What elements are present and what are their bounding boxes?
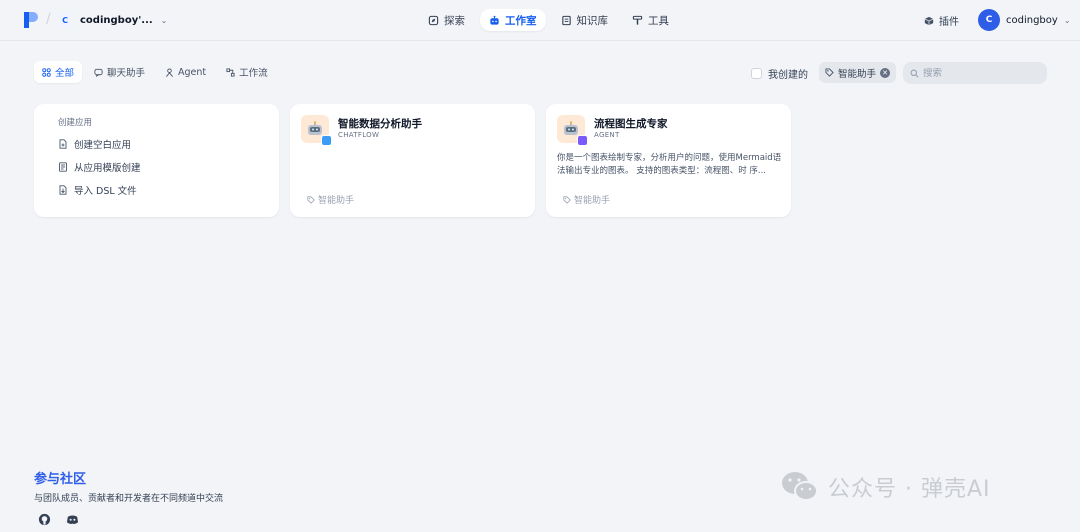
app-tag[interactable]: 智能助手 xyxy=(307,193,354,206)
nav-studio-label: 工作室 xyxy=(505,14,537,27)
agent-icon xyxy=(166,67,174,77)
plugins-label: 插件 xyxy=(939,17,959,28)
search-icon xyxy=(910,69,919,77)
workflow-icon xyxy=(226,67,235,77)
discord-icon[interactable] xyxy=(66,513,79,526)
wechat-icon xyxy=(782,472,818,501)
search-input[interactable] xyxy=(923,67,1033,79)
chat-badge-icon xyxy=(321,135,332,146)
created-by-me-filter[interactable]: 我创建的 xyxy=(751,66,808,81)
breadcrumb-separator: / xyxy=(46,11,51,27)
nav-knowledge-label: 知识库 xyxy=(576,14,609,27)
create-blank-app[interactable]: 创建空白应用 xyxy=(58,132,255,155)
app-name: 智能数据分析助手 xyxy=(338,118,422,130)
watermark-text: 公众号 · 弹壳AI xyxy=(828,477,991,502)
search-box[interactable] xyxy=(903,62,1047,84)
create-app-title: 创建应用 xyxy=(58,118,93,128)
app-avatar xyxy=(557,115,588,146)
tag-icon xyxy=(563,195,571,204)
tab-workflow-label: 工作流 xyxy=(239,68,268,79)
user-name: codingboy xyxy=(1006,14,1058,26)
hammer-icon xyxy=(632,15,643,25)
app-type: AGENT xyxy=(594,131,620,139)
import-dsl-label: 导入 DSL 文件 xyxy=(74,185,137,197)
tag-filter-label: 智能助手 xyxy=(838,68,877,80)
app-description: 你是一个图表绘制专家，分析用户的问题，使用Mermaid语法输出专业的图表。 支… xyxy=(557,153,782,176)
community-title: 参与社区 xyxy=(34,472,87,487)
tag-icon xyxy=(825,68,834,77)
app-tag-label: 智能助手 xyxy=(574,196,611,206)
plugins-button[interactable]: 插件 xyxy=(924,13,959,28)
app-avatar xyxy=(301,115,332,146)
app-name: 流程图生成专家 xyxy=(594,118,668,130)
tab-chat-assistant[interactable]: 聊天助手 xyxy=(86,61,153,83)
top-bar: / C codingboy'... ⌄ 探索 工作室 知识库 工具 插件 C c… xyxy=(0,0,1080,41)
nav-tools[interactable]: 工具 xyxy=(623,9,678,31)
app-type: CHATFLOW xyxy=(338,131,380,139)
create-blank-app-label: 创建空白应用 xyxy=(74,139,132,151)
create-from-template[interactable]: 从应用模版创建 xyxy=(58,155,255,178)
tab-agent-label: Agent xyxy=(178,66,207,78)
create-from-template-label: 从应用模版创建 xyxy=(74,162,141,174)
workspace-badge: C xyxy=(58,13,72,27)
nav-tools-label: 工具 xyxy=(648,14,669,27)
cube-icon xyxy=(924,16,934,25)
tab-all[interactable]: 全部 xyxy=(34,61,83,83)
compass-icon xyxy=(428,15,439,25)
tab-chat-assistant-label: 聊天助手 xyxy=(107,68,146,79)
tag-icon xyxy=(307,195,315,204)
nav-explore[interactable]: 探索 xyxy=(419,9,474,31)
app-type-tabs: 全部 聊天助手 Agent 工作流 xyxy=(34,61,276,83)
app-card[interactable]: 流程图生成专家 AGENT 你是一个图表绘制专家，分析用户的问题，使用Merma… xyxy=(546,104,791,217)
tab-agent[interactable]: Agent xyxy=(157,61,214,83)
created-by-me-label: 我创建的 xyxy=(768,70,808,81)
create-app-card: 创建应用 创建空白应用 从应用模版创建 导入 DSL 文件 xyxy=(34,104,279,217)
workspace-selector[interactable]: C codingboy'... ⌄ xyxy=(58,10,167,30)
nav-explore-label: 探索 xyxy=(444,14,465,27)
tab-all-label: 全部 xyxy=(55,68,75,79)
tag-filter[interactable]: 智能助手 ✕ xyxy=(819,62,897,83)
chevron-down-icon: ⌄ xyxy=(1063,15,1071,25)
close-icon[interactable]: ✕ xyxy=(880,67,891,78)
grid-icon xyxy=(42,67,51,77)
watermark: 公众号 · 弹壳AI xyxy=(780,470,991,504)
community-section: 参与社区 与团队成员、贡献者和开发者在不同频道中交流 xyxy=(34,468,223,504)
chevron-down-icon: ⌄ xyxy=(160,15,168,25)
robot-icon xyxy=(490,15,499,25)
import-icon xyxy=(59,184,67,195)
workspace-name: codingboy'... xyxy=(80,14,153,26)
logo-icon[interactable] xyxy=(24,12,38,28)
app-card[interactable]: 智能数据分析助手 CHATFLOW 智能助手 xyxy=(290,104,535,217)
app-tag-label: 智能助手 xyxy=(318,196,355,206)
avatar: C xyxy=(978,9,1000,31)
github-icon[interactable] xyxy=(38,513,51,526)
social-links xyxy=(38,513,79,526)
chat-icon xyxy=(94,68,103,77)
template-icon xyxy=(59,161,67,172)
nav-knowledge[interactable]: 知识库 xyxy=(552,9,618,31)
app-tag[interactable]: 智能助手 xyxy=(563,193,610,206)
agent-badge-icon xyxy=(577,135,588,146)
user-menu[interactable]: C codingboy ⌄ xyxy=(978,9,1071,31)
community-subtitle: 与团队成员、贡献者和开发者在不同频道中交流 xyxy=(34,494,224,504)
nav-studio[interactable]: 工作室 xyxy=(480,9,546,31)
book-icon xyxy=(561,15,571,25)
file-plus-icon xyxy=(59,138,67,149)
import-dsl[interactable]: 导入 DSL 文件 xyxy=(58,178,255,201)
main-nav: 探索 工作室 知识库 工具 xyxy=(419,9,678,31)
tab-workflow[interactable]: 工作流 xyxy=(218,61,276,83)
created-by-me-checkbox[interactable] xyxy=(751,68,762,79)
